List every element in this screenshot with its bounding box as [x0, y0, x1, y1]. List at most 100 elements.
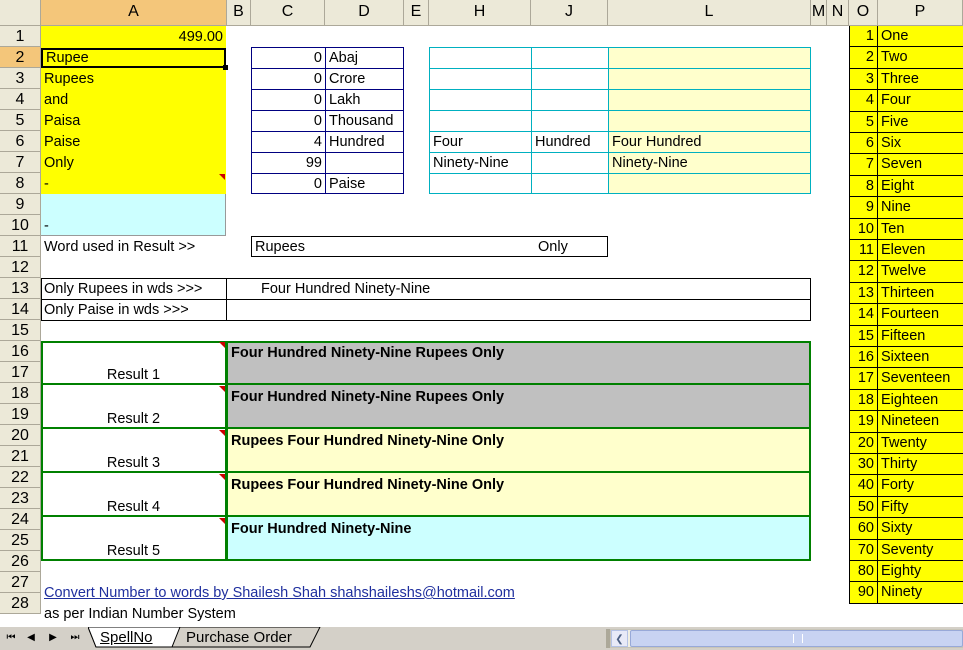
words-h-cell[interactable] [429, 89, 531, 110]
author-link[interactable]: Convert Number to words by Shailesh Shah… [41, 583, 601, 603]
result-value[interactable]: Four Hundred Ninety-Nine Rupees Only [228, 387, 798, 407]
result-value[interactable]: Four Hundred Ninety-Nine [228, 519, 798, 539]
tab-spellno[interactable]: SpellNo [100, 628, 172, 648]
lookup-number[interactable]: 11 [849, 240, 878, 262]
row-header-19[interactable]: 19 [0, 404, 41, 425]
word-used-suffix[interactable]: Only [535, 237, 605, 257]
lookup-word[interactable]: Ten [878, 219, 963, 240]
words-h-cell[interactable] [429, 47, 531, 68]
words-j-cell[interactable] [531, 173, 608, 194]
words-h-cell[interactable]: Four [429, 131, 531, 152]
lookup-number[interactable]: 2 [849, 47, 878, 69]
lookup-number[interactable]: 7 [849, 154, 878, 176]
place-value-number[interactable]: 0 [251, 89, 325, 110]
words-j-cell[interactable] [531, 89, 608, 110]
lookup-word[interactable]: Seventy [878, 540, 963, 561]
cell-a10[interactable]: - [41, 216, 226, 236]
row-header-18[interactable]: 18 [0, 383, 41, 404]
row-header-7[interactable]: 7 [0, 152, 41, 173]
place-value-label[interactable]: Crore [325, 68, 404, 89]
first-sheet-icon[interactable]: ⏮ [4, 631, 18, 645]
row-header-5[interactable]: 5 [0, 110, 41, 131]
scroll-left-icon[interactable]: ❮ [611, 630, 628, 647]
cell-a5[interactable]: Paisa [41, 111, 226, 131]
lookup-word[interactable]: Thirty [878, 454, 963, 476]
column-header-l[interactable]: L [608, 0, 811, 26]
lookup-word[interactable]: Sixty [878, 518, 963, 540]
row-header-28[interactable]: 28 [0, 593, 41, 614]
row-header-17[interactable]: 17 [0, 362, 41, 383]
place-value-number[interactable]: 0 [251, 47, 325, 68]
row-header-20[interactable]: 20 [0, 425, 41, 446]
row-header-2[interactable]: 2 [0, 47, 41, 68]
row-header-8[interactable]: 8 [0, 173, 41, 194]
words-l-cell[interactable] [608, 89, 811, 110]
lookup-number[interactable]: 6 [849, 133, 878, 155]
row-header-12[interactable]: 12 [0, 257, 41, 278]
lookup-number[interactable]: 17 [849, 368, 878, 390]
lookup-number[interactable]: 12 [849, 261, 878, 283]
words-l-cell[interactable]: Ninety-Nine [608, 152, 811, 173]
lookup-number[interactable]: 15 [849, 325, 878, 347]
column-header-e[interactable]: E [404, 0, 429, 26]
column-header-j[interactable]: J [531, 0, 608, 26]
only-paise-value[interactable] [258, 300, 658, 320]
words-l-cell[interactable] [608, 173, 811, 194]
column-header-p[interactable]: P [878, 0, 963, 26]
words-h-cell[interactable] [429, 110, 531, 131]
lookup-number[interactable]: 19 [849, 411, 878, 433]
row-header-25[interactable]: 25 [0, 530, 41, 551]
lookup-word[interactable]: Seven [878, 154, 963, 176]
only-rupees-label[interactable]: Only Rupees in wds >>> [41, 279, 226, 299]
column-header-d[interactable]: D [325, 0, 404, 26]
lookup-number[interactable]: 1 [849, 26, 878, 48]
words-j-cell[interactable] [531, 68, 608, 89]
column-header-o[interactable]: O [849, 0, 878, 26]
cell-a3[interactable]: Rupees [41, 69, 226, 89]
words-j-cell[interactable] [531, 47, 608, 68]
lookup-word[interactable]: Sixteen [878, 347, 963, 369]
lookup-word[interactable]: Four [878, 90, 963, 112]
words-l-cell[interactable] [608, 110, 811, 131]
result-value[interactable]: Rupees Four Hundred Ninety-Nine Only [228, 475, 798, 495]
result-value[interactable]: Four Hundred Ninety-Nine Rupees Only [228, 343, 798, 363]
lookup-number[interactable]: 8 [849, 175, 878, 198]
row-header-26[interactable]: 26 [0, 551, 41, 572]
lookup-word[interactable]: Thirteen [878, 283, 963, 305]
place-value-number[interactable]: 0 [251, 173, 325, 194]
row-header-1[interactable]: 1 [0, 26, 41, 47]
lookup-word[interactable]: Five [878, 112, 963, 133]
lookup-number[interactable]: 9 [849, 197, 878, 219]
result-label[interactable]: Result 4 [41, 497, 226, 517]
lookup-word[interactable]: Eight [878, 176, 963, 198]
result-value[interactable]: Rupees Four Hundred Ninety-Nine Only [228, 431, 798, 451]
lookup-number[interactable]: 3 [849, 68, 878, 91]
lookup-number[interactable]: 40 [849, 475, 878, 497]
indian-system-note[interactable]: as per Indian Number System [41, 604, 441, 624]
lookup-number[interactable]: 70 [849, 539, 878, 561]
row-header-22[interactable]: 22 [0, 467, 41, 488]
lookup-number[interactable]: 16 [849, 347, 878, 369]
lookup-number[interactable]: 18 [849, 389, 878, 412]
lookup-word[interactable]: One [878, 26, 963, 48]
lookup-number[interactable]: 13 [849, 282, 878, 305]
place-value-number[interactable]: 0 [251, 110, 325, 131]
lookup-number[interactable]: 14 [849, 304, 878, 326]
words-j-cell[interactable] [531, 110, 608, 131]
place-value-label[interactable]: Thousand [325, 110, 404, 131]
lookup-word[interactable]: Ninety [878, 582, 963, 604]
lookup-word[interactable]: Six [878, 133, 963, 155]
place-value-number[interactable]: 99 [251, 152, 325, 173]
cell-a2-selected[interactable]: Rupee [41, 48, 226, 68]
lookup-word[interactable]: Seventeen [878, 368, 963, 390]
column-header-c[interactable]: C [251, 0, 325, 26]
last-sheet-icon[interactable]: ⏭ [68, 631, 82, 645]
lookup-word[interactable]: Two [878, 47, 963, 69]
place-value-label[interactable] [325, 152, 404, 173]
place-value-number[interactable]: 4 [251, 131, 325, 152]
lookup-word[interactable]: Eighty [878, 561, 963, 583]
next-sheet-icon[interactable]: ▶ [46, 631, 60, 645]
column-header-n[interactable]: N [827, 0, 849, 26]
row-header-4[interactable]: 4 [0, 89, 41, 110]
lookup-number[interactable]: 5 [849, 111, 878, 133]
